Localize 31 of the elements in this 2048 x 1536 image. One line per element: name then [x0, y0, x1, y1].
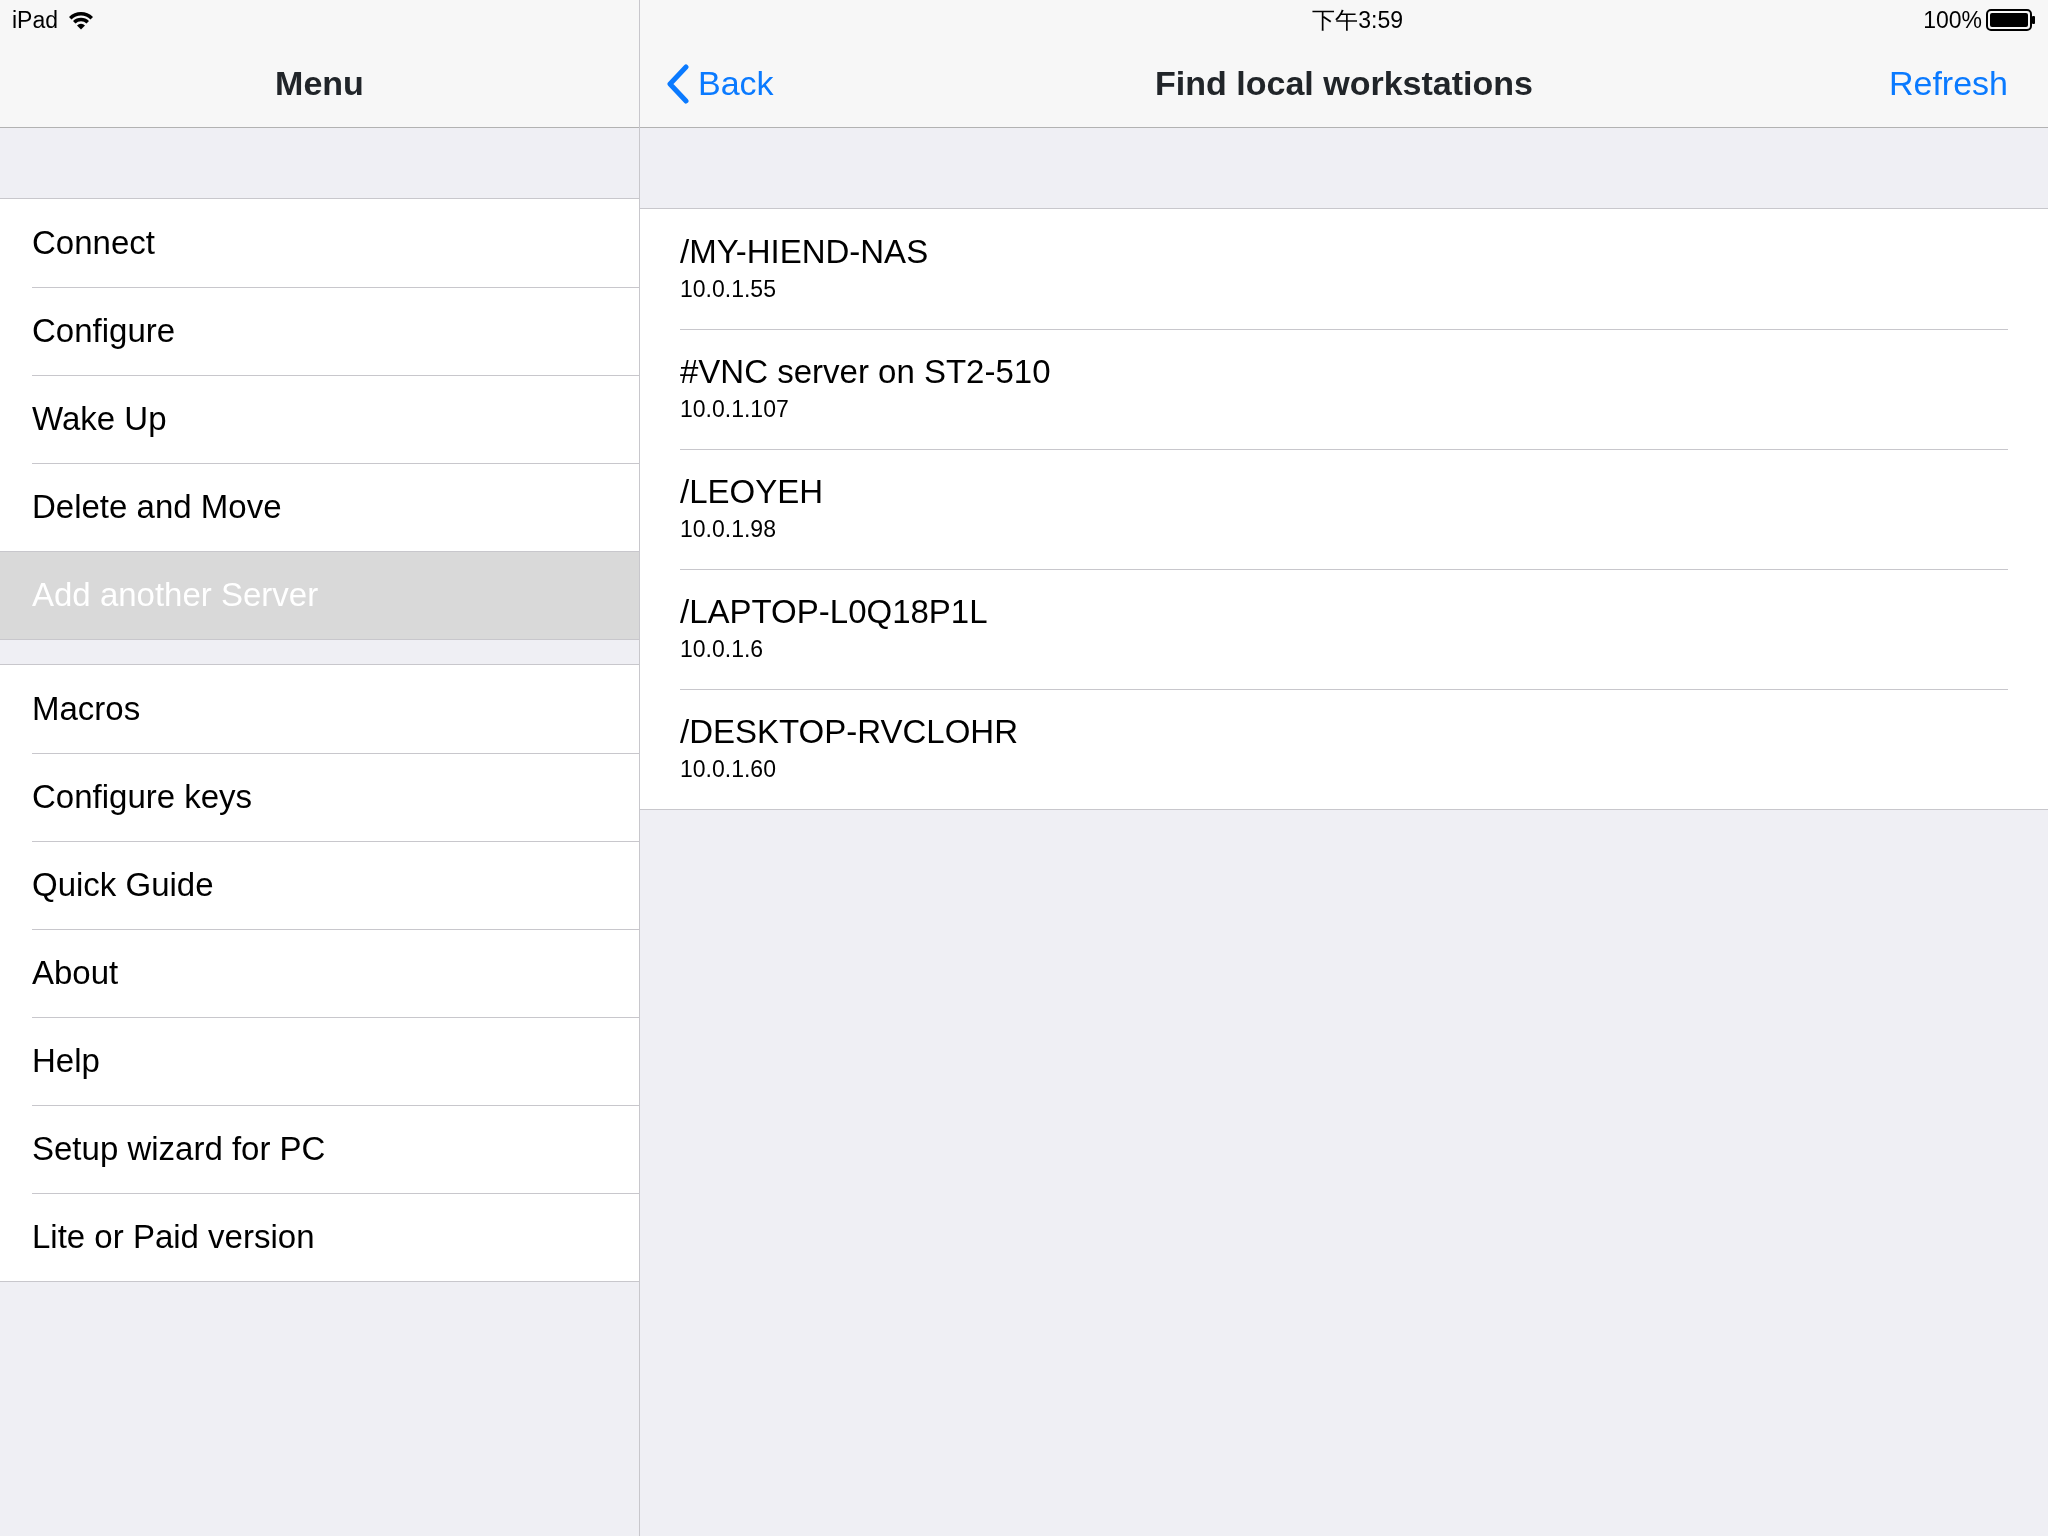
workstation-address: 10.0.1.6 — [680, 635, 765, 665]
device-label: iPad — [12, 5, 59, 35]
menu-item[interactable]: Lite or Paid version — [0, 1193, 639, 1281]
chevron-left-icon — [666, 63, 690, 104]
workstation-address: 10.0.1.107 — [680, 395, 790, 425]
workstation-name[interactable]: /MY-HIEND-NAS — [680, 231, 2008, 272]
page-title: Find local workstations — [1155, 63, 1533, 104]
workstation-address: 10.0.1.60 — [680, 755, 777, 785]
workstation-name[interactable]: /DESKTOP-RVCLOHR — [680, 712, 2008, 753]
workstation-name[interactable]: #VNC server on ST2-510 — [680, 352, 2008, 393]
menu-item[interactable]: Connect — [0, 199, 639, 287]
refresh-button[interactable]: Refresh — [1888, 58, 2008, 109]
menu-title: Menu — [275, 63, 364, 104]
menu-item[interactable]: Configure keys — [0, 753, 639, 841]
status-time: 下午3:59 — [1312, 5, 1403, 35]
menu-item[interactable]: Quick Guide — [0, 841, 639, 929]
menu-item[interactable]: Wake Up — [0, 375, 639, 463]
workstation-name[interactable]: /LAPTOP-L0Q18P1L — [680, 592, 2008, 633]
workstation-name[interactable]: /LEOYEH — [680, 472, 2008, 513]
menu-item[interactable]: Macros — [0, 665, 639, 753]
workstation-address: 10.0.1.98 — [680, 515, 777, 545]
workstation-address: 10.0.1.55 — [680, 274, 777, 304]
battery-percent: 100% — [1923, 5, 1982, 35]
back-button[interactable]: Back — [666, 58, 774, 109]
menu-item[interactable]: Delete and Move — [0, 463, 639, 551]
wifi-icon — [68, 10, 95, 30]
menu-item[interactable]: Configure — [0, 287, 639, 375]
menu-item[interactable]: Help — [0, 1017, 639, 1105]
menu-item[interactable]: Setup wizard for PC — [0, 1105, 639, 1193]
battery-icon — [1986, 9, 2036, 31]
menu-item[interactable]: About — [0, 929, 639, 1017]
